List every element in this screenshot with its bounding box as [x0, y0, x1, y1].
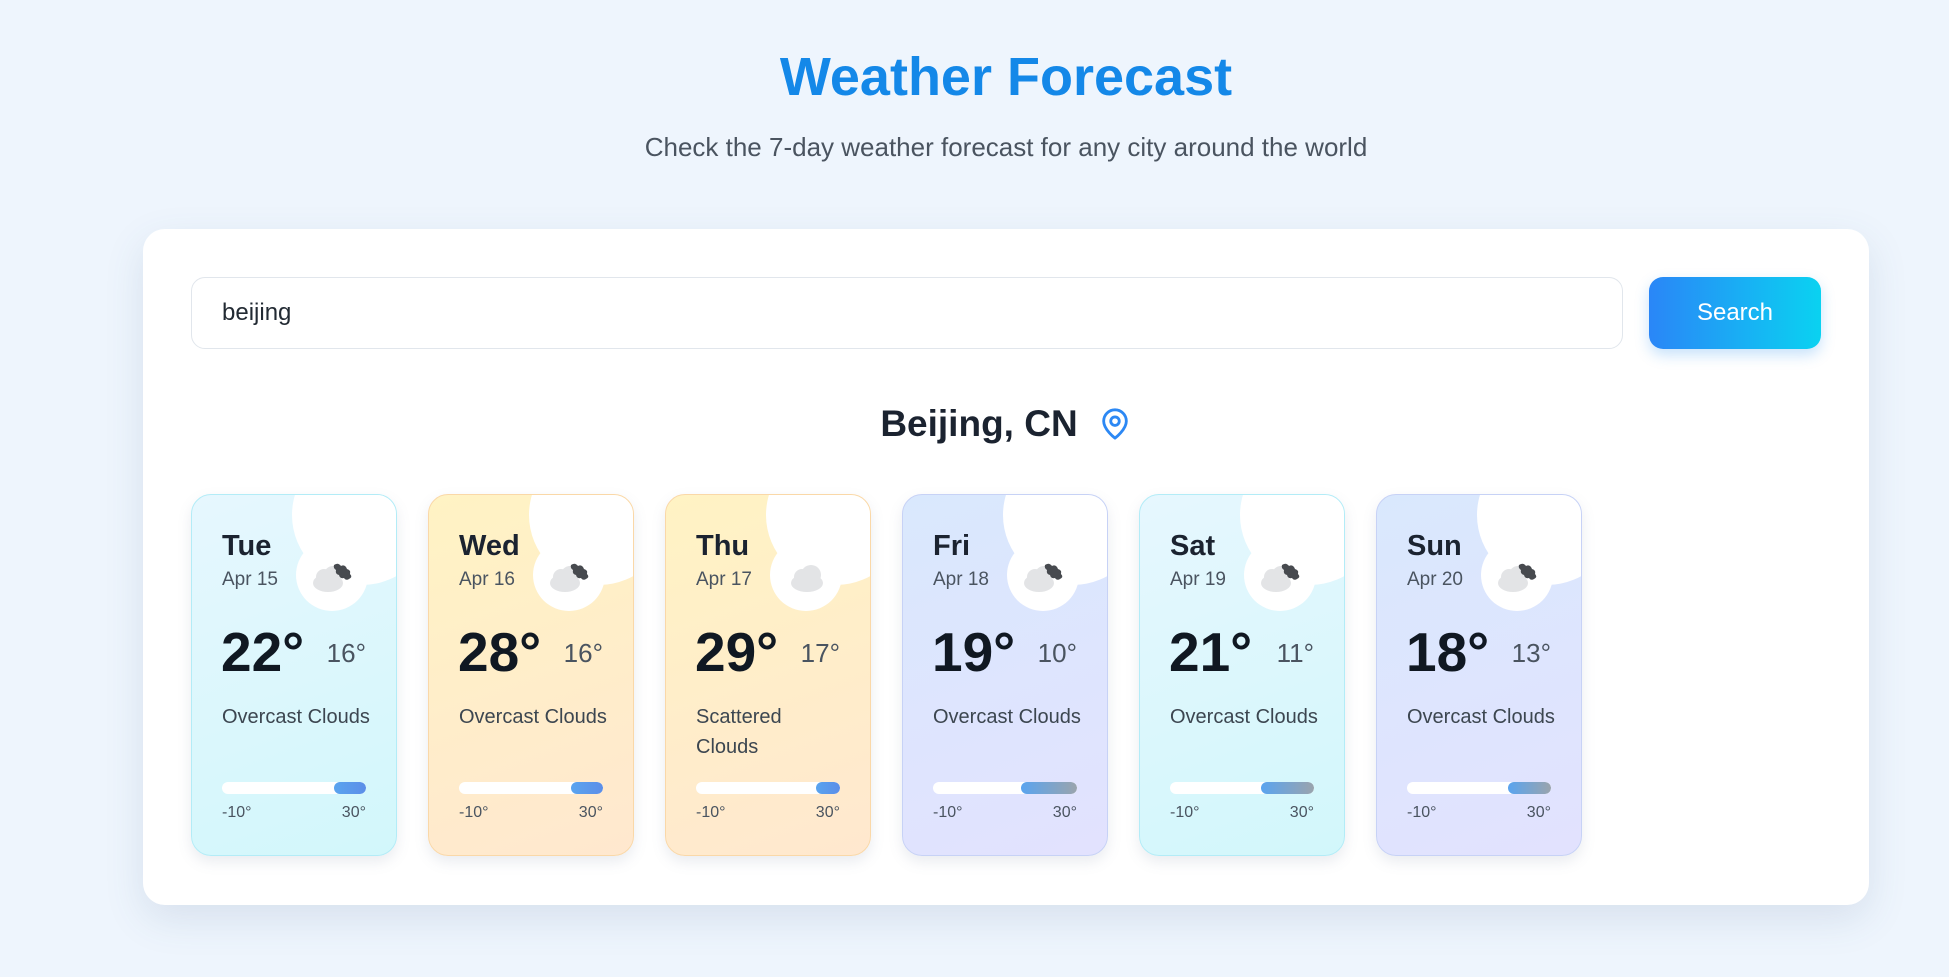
range-max-label: 30°	[1052, 804, 1077, 821]
weather-description: Scattered Clouds	[696, 706, 782, 758]
page-title: Weather Forecast	[779, 47, 1233, 107]
temp-range-fill	[571, 782, 603, 794]
broken-clouds-icon	[302, 545, 362, 605]
temp-high: 29°	[695, 621, 779, 683]
location-name: Beijing, CN	[880, 403, 1078, 444]
card-day: Tue	[222, 530, 272, 562]
range-min-label: -10°	[1170, 804, 1200, 821]
card-date: Apr 15	[222, 569, 278, 590]
weather-description: Overcast Clouds	[933, 706, 1081, 728]
temp-low: 16°	[326, 638, 366, 668]
forecast-card: Tue Apr 15 22° 16° Overcast Clouds -10° 30°	[191, 494, 397, 856]
card-day: Wed	[459, 530, 520, 562]
temp-range-bar	[222, 782, 366, 794]
card-date: Apr 17	[696, 569, 752, 590]
temp-range-fill	[334, 782, 366, 794]
card-date: Apr 18	[933, 569, 989, 590]
weather-description: Overcast Clouds	[1170, 706, 1318, 728]
temp-range-bar	[933, 782, 1077, 794]
temp-range-fill	[1507, 782, 1551, 794]
range-min-label: -10°	[222, 804, 252, 821]
card-date: Apr 20	[1407, 569, 1463, 590]
forecast-card: Wed Apr 16 28° 16° Overcast Clouds -10° 30°	[428, 494, 634, 856]
cloud-icon	[776, 545, 836, 605]
temp-low: 16°	[563, 638, 603, 668]
temp-low: 13°	[1511, 638, 1551, 668]
range-max-label: 30°	[578, 804, 603, 821]
card-day: Fri	[933, 530, 971, 562]
forecast-card: Sat Apr 19 21° 11° Overcast Clouds -10° 30°	[1139, 494, 1345, 856]
weather-description: Overcast Clouds	[459, 706, 607, 728]
map-pin-icon	[1098, 407, 1132, 441]
range-max-label: 30°	[1526, 804, 1551, 821]
temp-high: 19°	[932, 621, 1016, 683]
temp-range-fill	[1020, 782, 1077, 794]
temp-high: 21°	[1169, 621, 1253, 683]
broken-clouds-icon	[539, 545, 599, 605]
temp-low: 10°	[1037, 638, 1077, 668]
location-heading: Beijing, CN	[143, 399, 1869, 449]
range-min-label: -10°	[459, 804, 489, 821]
forecast-card: Sun Apr 20 18° 13° Overcast Clouds -10° 30°	[1376, 494, 1582, 856]
temp-range-bar	[1170, 782, 1314, 794]
temp-low: 17°	[800, 638, 840, 668]
temp-range-fill	[815, 782, 840, 794]
range-max-label: 30°	[1289, 804, 1314, 821]
forecast-panel: Search Beijing, CN Tue Apr 15 22° 16° Overca…	[143, 229, 1869, 905]
broken-clouds-icon	[1250, 545, 1310, 605]
temp-high: 18°	[1406, 621, 1490, 683]
card-date: Apr 19	[1170, 569, 1226, 590]
card-date: Apr 16	[459, 569, 515, 590]
temp-high: 28°	[458, 621, 542, 683]
temp-high: 22°	[221, 621, 305, 683]
temp-range-bar	[1407, 782, 1551, 794]
page-subtitle: Check the 7-day weather forecast for any…	[644, 132, 1368, 162]
weather-description: Overcast Clouds	[1407, 706, 1555, 728]
temp-range-bar	[459, 782, 603, 794]
temp-low: 11°	[1276, 638, 1314, 668]
range-min-label: -10°	[933, 804, 963, 821]
temp-range-bar	[696, 782, 840, 794]
temp-range-fill	[1260, 782, 1314, 794]
card-day: Sun	[1407, 530, 1462, 562]
broken-clouds-icon	[1487, 545, 1547, 605]
range-min-label: -10°	[1407, 804, 1437, 821]
city-search-input[interactable]	[191, 277, 1623, 349]
range-max-label: 30°	[341, 804, 366, 821]
forecast-card: Fri Apr 18 19° 10° Overcast Clouds -10° 30°	[902, 494, 1108, 856]
forecast-card: Thu Apr 17 29° 17° Scattered Clouds -10° 30°	[665, 494, 871, 856]
range-min-label: -10°	[696, 804, 726, 821]
broken-clouds-icon	[1013, 545, 1073, 605]
search-button[interactable]: Search	[1649, 277, 1821, 349]
card-day: Sat	[1170, 530, 1216, 562]
weather-description: Overcast Clouds	[222, 706, 370, 728]
card-day: Thu	[696, 530, 750, 562]
range-max-label: 30°	[815, 804, 840, 821]
